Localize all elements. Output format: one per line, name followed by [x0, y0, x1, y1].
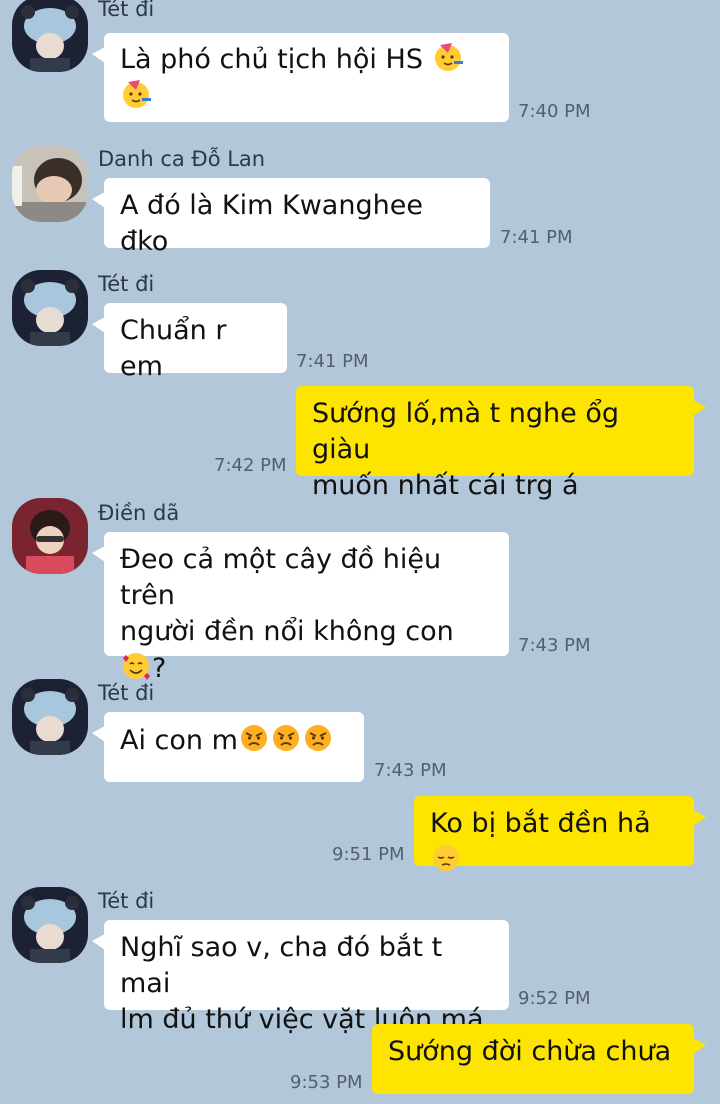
partying-face-icon: [123, 80, 151, 108]
message-time: 7:42 PM: [214, 455, 287, 476]
partying-face-icon: [434, 43, 463, 71]
message-bubble[interactable]: Chuẩn r em: [92, 303, 287, 382]
message-text: Là phó chủ tịch hội HS: [120, 44, 423, 75]
message-time: 7:43 PM: [518, 635, 591, 656]
message-text: Ai con m: [120, 725, 238, 756]
pensive-face-icon: [433, 845, 459, 871]
message-bubble[interactable]: Nghĩ sao v, cha đó bắt t mai lm đủ thứ v…: [92, 920, 509, 1035]
avatar-dien-da[interactable]: [12, 498, 88, 574]
message-text: ?: [152, 653, 167, 684]
message-text: Sướng đời chừa chưa: [388, 1036, 672, 1067]
message-text: người đền nổi không con: [120, 616, 454, 647]
message-text: muốn nhất cái trg á: [312, 470, 579, 501]
message-bubble[interactable]: Ai con m: [92, 712, 364, 782]
message-text: Nghĩ sao v, cha đó bắt t mai: [120, 932, 443, 999]
message-time: 9:51 PM: [332, 844, 405, 865]
smiling-face-with-hearts-icon: [123, 653, 150, 680]
avatar-tet-di[interactable]: [12, 679, 88, 755]
message-time: 7:40 PM: [518, 101, 591, 122]
message-text: Chuẩn r em: [120, 315, 227, 382]
message-text: A đó là Kim Kwanghee đko: [120, 190, 423, 257]
avatar-tet-di[interactable]: [12, 887, 88, 963]
sender-name: Danh ca Đỗ Lan: [98, 147, 266, 171]
message-time: 7:41 PM: [296, 351, 369, 372]
sender-name: Điền dã: [98, 501, 180, 525]
sender-name: Tét đi: [98, 681, 155, 705]
angry-face-icon: [272, 725, 299, 751]
sender-name: Tét đi: [98, 889, 155, 913]
message-bubble[interactable]: Đeo cả một cây đồ hiệu trên người đền nổ…: [92, 532, 509, 684]
angry-face-icon: [304, 725, 331, 751]
message-time: 9:53 PM: [290, 1072, 363, 1093]
avatar-danh-ca-do-lan[interactable]: [12, 146, 88, 222]
message-time: 7:41 PM: [500, 227, 573, 248]
message-text: Ko bị bắt đền hả: [430, 808, 651, 839]
message-time: 7:43 PM: [374, 760, 447, 781]
sender-name: Tét đi: [98, 272, 155, 296]
message-text: Đeo cả một cây đồ hiệu trên: [120, 544, 442, 611]
avatar-tet-di[interactable]: [12, 270, 88, 346]
avatar-tet-di[interactable]: [12, 0, 88, 72]
message-text: Sướng lố,mà t nghe ổg giàu: [312, 398, 620, 465]
message-bubble[interactable]: A đó là Kim Kwanghee đko: [92, 178, 490, 257]
sender-name: Tét đi: [98, 0, 155, 21]
angry-face-icon: [240, 725, 267, 751]
message-bubble[interactable]: Sướng đời chừa chưa: [372, 1024, 706, 1094]
message-bubble[interactable]: Sướng lố,mà t nghe ổg giàu muốn nhất cái…: [296, 386, 706, 501]
message-bubble[interactable]: Là phó chủ tịch hội HS: [92, 33, 509, 122]
message-bubble[interactable]: Ko bị bắt đền hả: [414, 796, 706, 871]
message-time: 9:52 PM: [518, 988, 591, 1009]
